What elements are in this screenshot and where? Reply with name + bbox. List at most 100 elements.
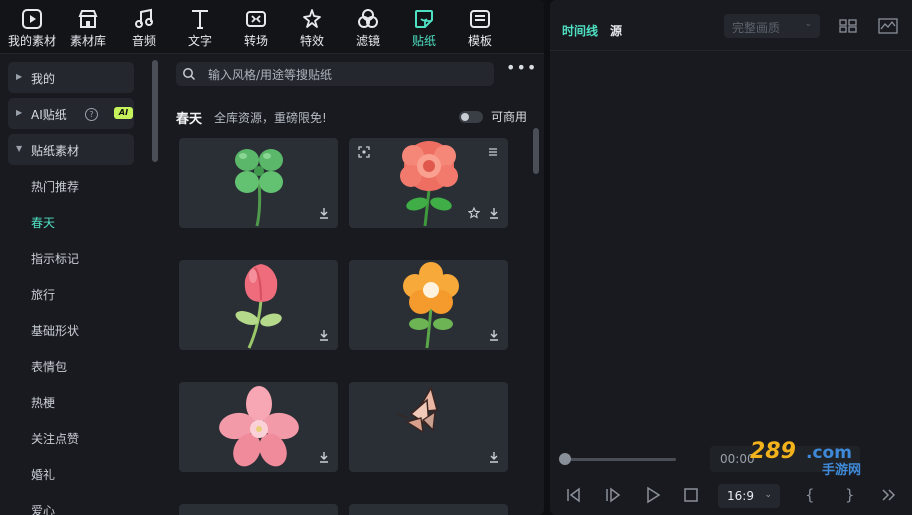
site-watermark-logo: 289 .com 手游网 [750,439,861,478]
caret-down-icon: ▼ [16,144,23,153]
sidebar-item-travel[interactable]: 旅行 [31,286,55,303]
tool-filter[interactable]: 滤镜 [340,0,396,53]
toggle-knob [461,113,469,121]
svg-text:手游网: 手游网 [822,462,861,478]
category-title: 春天 [176,112,203,127]
more-options-button[interactable]: ••• [506,60,536,82]
tool-library[interactable]: 素材库 [60,0,116,53]
sidebar-head-ai-sticker[interactable]: ▶ AI贴纸 ? AI [8,98,134,129]
quality-value: 完整画质 [732,21,781,35]
tool-effects[interactable]: 特效 [284,0,340,53]
transition-icon [245,8,267,30]
sticker-card-orange-flower[interactable] [349,260,508,350]
sidebar-item-love[interactable]: 爱心 [31,502,55,515]
download-icon[interactable] [488,451,500,463]
sidebar-item-spring[interactable]: 春天 [31,214,55,231]
sidebar-item-indicator[interactable]: 指示标记 [31,250,79,267]
tool-label: 转场 [243,34,268,48]
scrubber-knob[interactable] [559,453,571,465]
star-icon[interactable] [468,207,480,219]
tool-audio[interactable]: 音频 [116,0,172,53]
effects-star-icon [301,8,323,30]
butterfly-sticker [396,386,438,434]
filter-icon [357,8,379,30]
top-toolbar: 我的素材 素材库 音频 文字 转场 特效 滤镜 贴纸 模板 [0,0,544,54]
sidebar-item-memes[interactable]: 热梗 [31,394,55,411]
previous-frame-icon[interactable] [564,486,582,504]
text-t-icon [189,8,211,30]
sticker-card-rose[interactable] [349,138,508,228]
search-box[interactable] [176,62,494,86]
download-icon[interactable] [318,207,330,219]
sidebar-head-mine[interactable]: ▶ 我的 [8,62,134,93]
orange-flower-sticker [403,262,459,349]
category-description: 全库资源，重磅限免! [214,111,327,125]
tool-label: 文字 [187,34,212,48]
my-media-icon [21,8,43,30]
sidebar-item-wedding[interactable]: 婚礼 [31,466,55,483]
tab-source[interactable]: 源 [610,22,622,39]
expand-more-icon[interactable] [880,486,898,504]
sticker-card-tulip[interactable] [179,260,338,350]
sidebar-scrollbar[interactable] [152,60,158,162]
sticker-card-partial[interactable] [349,504,508,515]
commercial-toggle[interactable] [459,111,483,123]
stop-icon[interactable] [682,486,700,504]
tool-label: 模板 [467,34,492,48]
waveform-scope-icon[interactable] [878,16,898,36]
caret-right-icon: ▶ [16,108,23,117]
sidebar-item-follow-like[interactable]: 关注点赞 [31,430,79,447]
clover-sticker [235,149,283,227]
pink-blossom-sticker [219,386,299,467]
music-note-icon [133,8,155,30]
tool-text[interactable]: 文字 [172,0,228,53]
tool-label: 贴纸 [411,34,436,48]
sticker-card-butterfly[interactable] [349,382,508,472]
sidebar-head-sticker-library[interactable]: ▼ 贴纸素材 [8,134,134,165]
tool-sticker[interactable]: 贴纸 [396,0,452,53]
tool-label: 我的素材 [7,34,56,48]
chevron-down-icon: ⌄ [764,490,772,500]
sidebar-item-emoji[interactable]: 表情包 [31,358,67,375]
sidebar-head-label: 我的 [31,72,56,86]
menu-icon[interactable] [487,146,499,158]
preview-panel: 时间线 源 完整画质 ⌄ 00:00 289 .com 手游网 16:9 ⌄ {… [550,0,912,515]
download-icon[interactable] [488,329,500,341]
tool-my-media[interactable]: 我的素材 [4,0,60,53]
next-frame-icon[interactable] [604,486,622,504]
download-icon[interactable] [318,329,330,341]
grid-scrollbar[interactable] [533,128,539,174]
sidebar-head-label: 贴纸素材 [31,144,80,158]
mark-out-button[interactable]: } [845,486,855,504]
sticker-card-pink-blossom[interactable] [179,382,338,472]
grid-view-icon[interactable] [838,16,858,36]
scan-icon[interactable] [358,146,370,158]
commercial-label: 可商用 [491,110,528,124]
tool-transition[interactable]: 转场 [228,0,284,53]
help-icon[interactable]: ? [85,108,98,121]
search-icon [183,68,196,81]
play-icon[interactable] [644,486,662,504]
download-icon[interactable] [488,207,500,219]
playback-scrubber[interactable] [559,453,676,465]
header-divider [550,50,912,51]
store-icon [77,8,99,30]
template-icon [469,8,491,30]
sidebar-item-shapes[interactable]: 基础形状 [31,322,79,339]
sticker-content: ••• 春天 全库资源，重磅限免! 可商用 [166,54,544,515]
tool-label: 素材库 [69,34,106,48]
mark-in-button[interactable]: { [805,486,815,504]
sidebar-item-hot[interactable]: 热门推荐 [31,178,79,195]
tab-timeline[interactable]: 时间线 [562,22,598,39]
tool-label: 特效 [299,34,324,48]
aspect-ratio-value: 16:9 [727,489,754,503]
search-input[interactable] [206,65,490,85]
tool-template[interactable]: 模板 [452,0,508,53]
rose-sticker [400,141,458,227]
download-icon[interactable] [318,451,330,463]
sticker-card-clover[interactable] [179,138,338,228]
quality-select[interactable]: 完整画质 ⌄ [724,14,820,38]
aspect-ratio-select[interactable]: 16:9 ⌄ [718,484,780,508]
sticker-card-partial[interactable] [179,504,338,515]
tulip-sticker [235,264,282,349]
